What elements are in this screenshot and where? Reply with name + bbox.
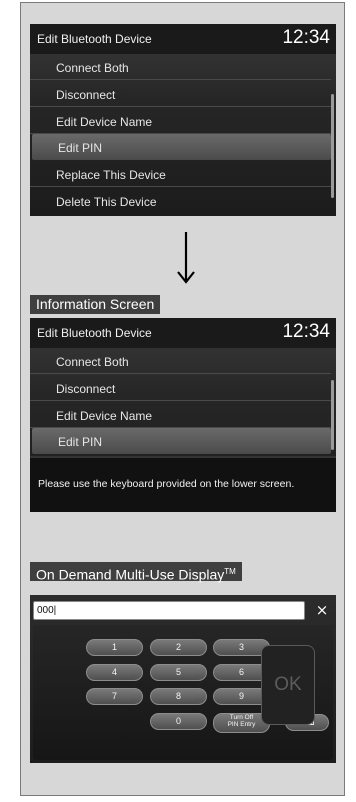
info-message-box: Please use the keyboard provided on the … [30, 456, 336, 512]
screen-header: Edit Bluetooth Device 12:34 [30, 318, 336, 348]
menu-item-label: Edit PIN [58, 435, 103, 449]
menu-item-connect-both[interactable]: Connect Both [30, 348, 331, 374]
clock: 12:34 [282, 321, 330, 342]
menu-item-disconnect[interactable]: Disconnect [30, 375, 331, 401]
key-2[interactable]: 2 [150, 639, 207, 656]
odmd-label-text: On Demand Multi-Use Display [36, 566, 225, 583]
pin-keypad-screen: 000| × 1 2 3 4 5 6 7 8 9 0 Turn Off PIN … [30, 595, 336, 763]
menu-item-edit-pin[interactable]: Edit PIN [32, 428, 331, 454]
menu-item-connect-both[interactable]: Connect Both [30, 54, 331, 80]
close-icon[interactable]: × [310, 599, 334, 621]
menu-item-label: Delete This Device [56, 195, 157, 209]
clock: 12:34 [282, 27, 330, 48]
menu-item-label: Replace This Device [56, 168, 166, 182]
info-message: Please use the keyboard provided on the … [38, 478, 295, 490]
information-screen: Edit Bluetooth Device 12:34 Connect Both… [30, 318, 336, 512]
menu-item-label: Edit Device Name [56, 409, 153, 423]
odmd-label: On Demand Multi-Use DisplayTM [30, 562, 242, 583]
trademark-mark: TM [224, 567, 236, 576]
scrollbar[interactable] [331, 380, 334, 450]
keypad: 1 2 3 4 5 6 7 8 9 0 Turn Off PIN Entry ⌫… [33, 625, 333, 760]
pin-input[interactable]: 000| [33, 601, 305, 620]
key-1[interactable]: 1 [86, 639, 143, 656]
menu-item-edit-device-name[interactable]: Edit Device Name [30, 402, 331, 428]
menu-item-label: Connect Both [56, 355, 129, 369]
menu-item-disconnect[interactable]: Disconnect [30, 81, 331, 107]
scrollbar[interactable] [331, 94, 334, 198]
key-7[interactable]: 7 [86, 688, 143, 705]
menu-item-label: Edit Device Name [56, 115, 153, 129]
menu-item-label: Disconnect [56, 382, 116, 396]
menu-item-label: Edit PIN [58, 141, 103, 155]
screen-title: Edit Bluetooth Device [37, 326, 152, 340]
menu-item-label: Connect Both [56, 61, 129, 75]
key-4[interactable]: 4 [86, 664, 143, 681]
key-0[interactable]: 0 [150, 713, 207, 730]
information-screen-label: Information Screen [30, 295, 161, 314]
menu-item-edit-device-name[interactable]: Edit Device Name [30, 108, 331, 134]
menu-item-replace-this-device[interactable]: Replace This Device [30, 161, 331, 187]
menu-item-label: Disconnect [56, 88, 116, 102]
menu-item-delete-this-device[interactable]: Delete This Device [30, 188, 331, 214]
screen-header: Edit Bluetooth Device 12:34 [30, 24, 336, 54]
menu-item-edit-pin[interactable]: Edit PIN [32, 134, 331, 160]
key-8[interactable]: 8 [150, 688, 207, 705]
down-arrow-icon [177, 232, 195, 284]
key-5[interactable]: 5 [150, 664, 207, 681]
edit-bluetooth-device-screen: Edit Bluetooth Device 12:34 Connect Both… [30, 24, 336, 216]
screen-title: Edit Bluetooth Device [37, 32, 152, 46]
ok-button[interactable]: OK [261, 645, 315, 725]
